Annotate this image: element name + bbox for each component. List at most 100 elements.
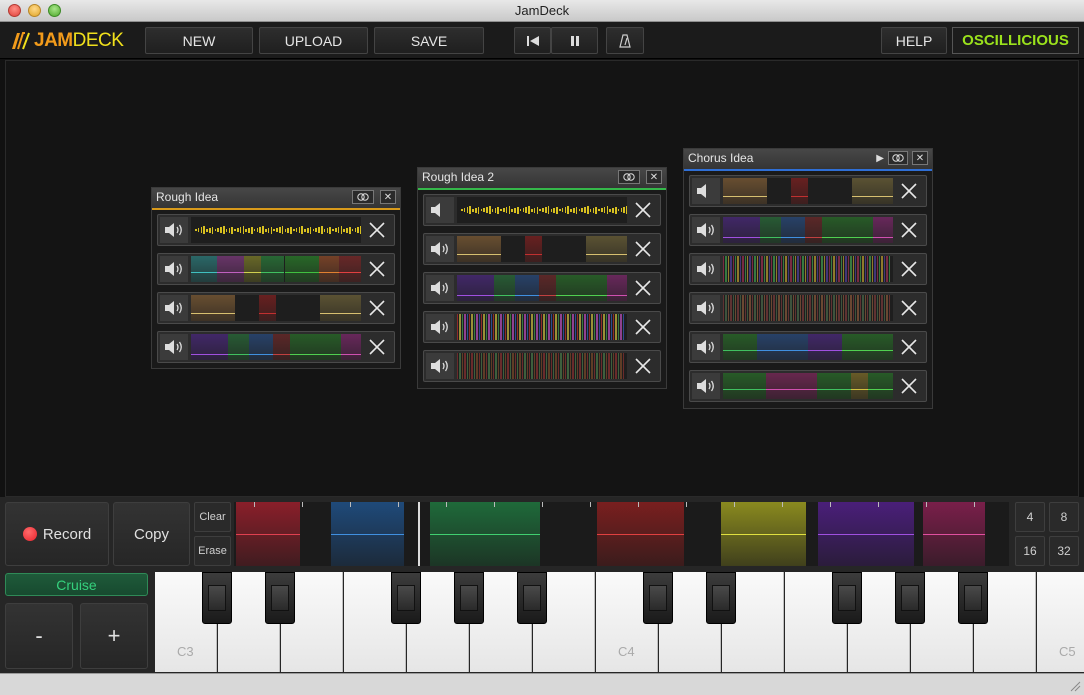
loop-timeline[interactable] (234, 502, 1009, 566)
speaker-icon[interactable] (160, 256, 188, 282)
track-waveform[interactable] (457, 236, 627, 262)
track-row[interactable] (689, 331, 927, 363)
clear-button[interactable]: Clear (194, 502, 231, 532)
piano-black-key[interactable] (202, 572, 232, 624)
track-waveform[interactable] (191, 295, 361, 321)
grid-32-button[interactable]: 32 (1049, 536, 1079, 566)
remove-track-icon[interactable] (894, 295, 924, 321)
record-button[interactable]: Record (5, 502, 109, 566)
track-row[interactable] (423, 350, 661, 382)
speaker-muted-icon[interactable] (692, 178, 720, 204)
piano-black-key[interactable] (454, 572, 484, 624)
remove-track-icon[interactable] (894, 334, 924, 360)
speaker-icon[interactable] (692, 256, 720, 282)
speaker-icon[interactable] (426, 236, 454, 262)
remove-track-icon[interactable] (628, 236, 658, 262)
grid-8-button[interactable]: 8 (1049, 502, 1079, 532)
save-button[interactable]: SAVE (374, 27, 484, 54)
track-row[interactable] (689, 370, 927, 402)
octave-up-button[interactable]: + (80, 603, 148, 669)
remove-track-icon[interactable] (362, 334, 392, 360)
remove-track-icon[interactable] (628, 275, 658, 301)
remove-track-icon[interactable] (894, 217, 924, 243)
track-waveform[interactable] (457, 197, 627, 223)
track-waveform[interactable] (723, 256, 893, 282)
erase-button[interactable]: Erase (194, 536, 231, 566)
piano-black-key[interactable] (958, 572, 988, 624)
track-waveform[interactable] (191, 217, 361, 243)
remove-track-icon[interactable] (894, 256, 924, 282)
piano-keyboard[interactable]: C3 C4 C5 (155, 572, 1084, 673)
upload-button[interactable]: UPLOAD (259, 27, 368, 54)
metronome-button[interactable] (606, 27, 644, 54)
panel-header[interactable]: Chorus Idea ▶ ✕ (684, 149, 932, 169)
close-panel-icon[interactable]: ✕ (380, 190, 396, 204)
remove-track-icon[interactable] (894, 178, 924, 204)
track-row[interactable] (423, 311, 661, 343)
track-waveform[interactable] (723, 217, 893, 243)
rewind-button[interactable] (514, 27, 551, 54)
speaker-icon[interactable] (692, 334, 720, 360)
piano-black-key[interactable] (517, 572, 547, 624)
close-panel-icon[interactable]: ✕ (912, 151, 928, 165)
track-row[interactable] (157, 253, 395, 285)
remove-track-icon[interactable] (362, 217, 392, 243)
playhead[interactable] (418, 502, 420, 566)
track-row[interactable] (689, 175, 927, 207)
remove-track-icon[interactable] (362, 256, 392, 282)
remove-track-icon[interactable] (362, 295, 392, 321)
copy-button[interactable]: Copy (113, 502, 190, 566)
piano-black-key[interactable] (265, 572, 295, 624)
jam-panel-rough-idea-2[interactable]: Rough Idea 2 ✕ (417, 167, 667, 389)
piano-black-key[interactable] (643, 572, 673, 624)
jam-panel-rough-idea[interactable]: Rough Idea ✕ (151, 187, 401, 369)
track-row[interactable] (423, 272, 661, 304)
close-panel-icon[interactable]: ✕ (646, 170, 662, 184)
loop-segment[interactable] (331, 502, 404, 566)
track-row[interactable] (157, 331, 395, 363)
loop-segment[interactable] (923, 502, 985, 566)
track-waveform[interactable] (723, 334, 893, 360)
track-row[interactable] (157, 292, 395, 324)
speaker-icon[interactable] (160, 334, 188, 360)
track-row[interactable] (689, 253, 927, 285)
play-triangle-icon[interactable]: ▶ (876, 153, 884, 164)
octave-down-button[interactable]: - (5, 603, 73, 669)
panel-header[interactable]: Rough Idea ✕ (152, 188, 400, 208)
speaker-icon[interactable] (692, 217, 720, 243)
piano-black-key[interactable] (706, 572, 736, 624)
grid-16-button[interactable]: 16 (1015, 536, 1045, 566)
link-icon[interactable] (888, 151, 908, 165)
track-waveform[interactable] (457, 314, 627, 340)
track-row[interactable] (689, 214, 927, 246)
new-button[interactable]: NEW (145, 27, 253, 54)
grid-4-button[interactable]: 4 (1015, 502, 1045, 532)
link-icon[interactable] (618, 170, 640, 184)
track-waveform[interactable] (723, 373, 893, 399)
pause-button[interactable] (551, 27, 598, 54)
jam-panel-chorus-idea[interactable]: Chorus Idea ▶ ✕ (683, 148, 933, 409)
remove-track-icon[interactable] (628, 353, 658, 379)
brand-label[interactable]: OSCILLICIOUS (952, 27, 1079, 54)
loop-segment[interactable] (430, 502, 540, 566)
cruise-button[interactable]: Cruise (5, 573, 148, 596)
remove-track-icon[interactable] (628, 314, 658, 340)
help-button[interactable]: HELP (881, 27, 947, 54)
track-waveform[interactable] (457, 353, 627, 379)
speaker-icon[interactable] (160, 295, 188, 321)
track-row[interactable] (423, 233, 661, 265)
loop-segment[interactable] (721, 502, 806, 566)
piano-black-key[interactable] (832, 572, 862, 624)
link-icon[interactable] (352, 190, 374, 204)
track-row[interactable] (689, 292, 927, 324)
track-waveform[interactable] (723, 295, 893, 321)
track-waveform[interactable] (723, 178, 893, 204)
speaker-icon[interactable] (426, 353, 454, 379)
track-waveform[interactable] (191, 256, 361, 282)
track-row[interactable] (157, 214, 395, 246)
remove-track-icon[interactable] (894, 373, 924, 399)
loop-segment[interactable] (597, 502, 684, 566)
speaker-icon[interactable] (160, 217, 188, 243)
track-waveform[interactable] (457, 275, 627, 301)
panel-header[interactable]: Rough Idea 2 ✕ (418, 168, 666, 188)
